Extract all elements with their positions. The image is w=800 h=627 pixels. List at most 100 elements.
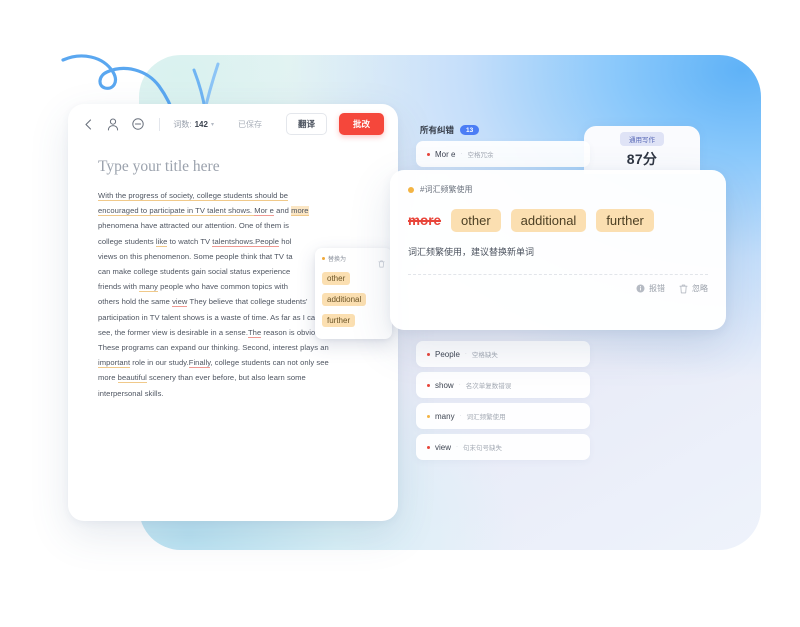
report-error-label: 报错	[649, 284, 665, 293]
error-beautiful[interactable]: beautiful	[117, 373, 147, 384]
score-card: 通用写作 87分	[584, 126, 700, 174]
detail-header: #词汇频繁使用	[408, 184, 708, 195]
detail-suggestion[interactable]: other	[451, 209, 501, 232]
separator: ·	[458, 382, 461, 388]
error-count-badge: 13	[460, 125, 480, 135]
saved-status: 已保存	[237, 119, 262, 129]
detail-suggestion[interactable]: further	[596, 209, 654, 232]
ignore-label: 忽略	[692, 284, 708, 293]
suggestion-popup-header: 替换为	[322, 254, 385, 267]
error-kind: 名次单复数错误	[465, 383, 512, 390]
text-run: encouraged to participate in TV talent s…	[98, 206, 255, 217]
chevron-down-icon[interactable]: ▾	[211, 121, 214, 128]
error-like[interactable]: like	[155, 236, 168, 247]
suggestion-option[interactable]: additional	[322, 293, 367, 306]
text-run: interpersonal skills.	[98, 388, 164, 398]
panel-header: 所有纠错 13	[420, 124, 480, 136]
person-icon[interactable]	[107, 116, 120, 132]
suggestion-option[interactable]: other	[322, 272, 351, 285]
score-category-tag: 通用写作	[620, 131, 664, 146]
report-error-button[interactable]: 报错	[636, 283, 665, 294]
panel-title: 所有纠错	[420, 125, 455, 135]
error-kind: 空格缺失	[471, 352, 498, 359]
separator: ·	[464, 351, 467, 357]
text-run: These programs can expand our thinking. …	[98, 343, 329, 353]
text-run: They believe that college students'	[187, 297, 308, 307]
severity-dot-icon	[427, 352, 430, 356]
status-dot-icon	[322, 257, 325, 260]
text-run: college students	[98, 236, 156, 246]
text-run: hol	[279, 236, 292, 246]
text-run: role in our study.	[130, 358, 189, 368]
score-value: 87分	[626, 150, 658, 167]
trash-icon	[679, 284, 688, 294]
text-run: people who have common topics with	[157, 282, 289, 292]
error-view[interactable]: view	[172, 297, 188, 308]
trash-icon[interactable]	[378, 255, 385, 267]
text-run: others hold the same	[98, 297, 173, 307]
detail-divider	[408, 274, 708, 275]
editor-body: Type your title here With the progress o…	[68, 144, 398, 401]
word-count-value: 142	[194, 119, 208, 129]
error-mor-e[interactable]: Mor e	[254, 206, 274, 217]
error-finally[interactable]: Finally	[188, 358, 211, 369]
text-run: phenomena have attracted our attention. …	[98, 221, 289, 231]
text-run: can make college students gain social st…	[98, 267, 291, 277]
chevron-left-icon[interactable]	[82, 116, 95, 132]
editor-toolbar: 词数: 142 ▾ 已保存 翻译 批改	[68, 104, 398, 144]
detail-suggestion[interactable]: additional	[510, 209, 587, 232]
error-kind: 空格冗余	[467, 152, 494, 159]
text-run: , college students can not only see	[210, 358, 329, 368]
detail-footer: 报错 忽略	[408, 283, 708, 294]
error-row-4[interactable]: view · 句末句号缺失	[416, 434, 590, 460]
detail-suggestion-row: more other additional further	[408, 209, 708, 232]
separator: ·	[459, 413, 462, 419]
error-row-1[interactable]: People · 空格缺失	[416, 341, 590, 367]
error-the[interactable]: The	[247, 327, 262, 338]
error-talentshows[interactable]: talentshows.People	[212, 236, 280, 247]
detail-original-word: more	[408, 213, 442, 228]
app-root: 词数: 142 ▾ 已保存 翻译 批改 Type your title here…	[0, 0, 800, 627]
text-run: see, the former view is desirable in a s…	[98, 327, 248, 337]
error-row-2[interactable]: show · 名次单复数错误	[416, 372, 590, 398]
suggestion-popup-title: 替换为	[328, 257, 347, 263]
inline-suggestion-popup: 替换为 other additional further	[315, 248, 392, 339]
error-row-0[interactable]: Mor e · 空格冗余	[416, 141, 590, 167]
error-kind: 词汇频繁使用	[466, 414, 506, 421]
text-run: and	[273, 206, 292, 216]
document-title[interactable]: Type your title here	[98, 158, 372, 176]
word-count[interactable]: 词数: 142 ▾	[173, 119, 214, 130]
text-run: friends with	[98, 282, 140, 292]
toolbar-divider	[158, 117, 160, 131]
translate-button[interactable]: 翻译	[285, 113, 327, 135]
detail-explanation: 词汇频繁使用，建议替换新单词	[408, 247, 535, 257]
error-word: view	[435, 442, 452, 452]
minus-circle-icon[interactable]	[132, 116, 145, 132]
text-run: views on this phenomenon. Some people th…	[98, 251, 293, 261]
suggestion-option[interactable]: further	[322, 314, 356, 327]
error-row-3[interactable]: many · 词汇频繁使用	[416, 403, 590, 429]
word-count-label: 词数:	[173, 119, 192, 129]
suggestion-options: other additional further	[322, 268, 385, 331]
text-run: more	[98, 373, 118, 383]
detail-category-tag: #词汇频繁使用	[420, 185, 473, 194]
error-word: Mor e	[435, 149, 456, 159]
severity-dot-icon	[427, 383, 430, 387]
severity-dot-icon	[427, 152, 430, 156]
separator: ·	[460, 151, 463, 157]
error-important[interactable]: important	[98, 358, 131, 369]
error-detail-card: #词汇频繁使用 more other additional further 词汇…	[390, 170, 726, 330]
severity-dot-icon	[408, 186, 414, 193]
editor-card: 词数: 142 ▾ 已保存 翻译 批改 Type your title here…	[68, 104, 398, 521]
info-icon	[636, 284, 645, 293]
error-kind: 句末句号缺失	[463, 445, 503, 452]
text-run: to watch TV	[167, 236, 213, 246]
error-word: many	[435, 411, 455, 421]
severity-dot-icon	[427, 414, 430, 418]
separator: ·	[456, 444, 459, 450]
error-more[interactable]: more	[291, 206, 309, 217]
text-run: participation in TV talent shows is a wa…	[98, 312, 320, 322]
ignore-button[interactable]: 忽略	[679, 283, 708, 294]
error-many[interactable]: many	[139, 282, 158, 293]
correct-button[interactable]: 批改	[339, 113, 385, 135]
